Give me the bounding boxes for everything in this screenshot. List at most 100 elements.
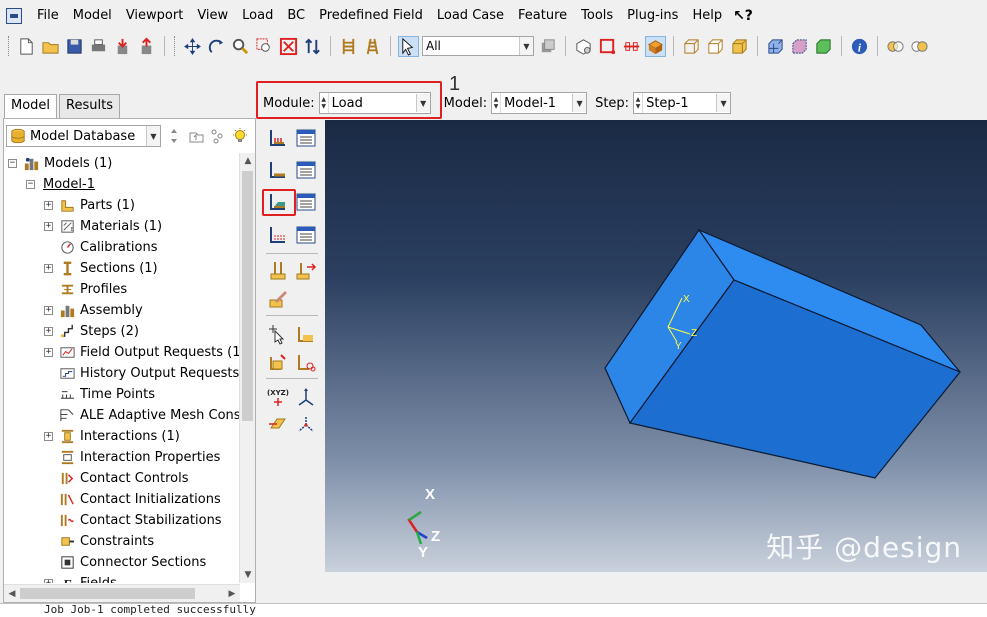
select-region-icon[interactable] (597, 36, 618, 57)
tab-model[interactable]: Model (4, 94, 58, 119)
menu-model[interactable]: Model (66, 0, 119, 32)
toolbar-grip[interactable] (8, 36, 11, 56)
tree-row[interactable]: Profiles (44, 279, 127, 300)
tree-row[interactable]: + Assembly (44, 300, 143, 321)
menu-load-case[interactable]: Load Case (430, 0, 511, 32)
window-menu-icon[interactable] (6, 8, 22, 24)
lightbulb-icon[interactable] (231, 127, 249, 145)
shaded-icon[interactable] (729, 36, 750, 57)
menu-bc[interactable]: BC (280, 0, 312, 32)
expand-icon[interactable]: + (44, 222, 53, 231)
select-cursor-icon[interactable] (398, 35, 419, 57)
tree-row[interactable]: Contact Controls (44, 468, 188, 489)
remove-selected-icon[interactable] (362, 36, 383, 57)
sort-icon[interactable] (165, 127, 183, 145)
hidden-lines-icon[interactable] (705, 36, 726, 57)
create-set-icon[interactable] (266, 322, 290, 346)
step-spinner-icon[interactable]: ▲ ▼ (634, 93, 644, 113)
bc-manager-2-icon[interactable] (294, 190, 318, 214)
expand-icon[interactable]: + (44, 579, 53, 583)
scroll-up-icon[interactable]: ▲ (240, 153, 256, 169)
scroll-left-icon[interactable]: ◀ (4, 585, 20, 603)
create-predefined-field-icon[interactable] (266, 223, 290, 247)
datum-plane-icon[interactable] (266, 413, 290, 437)
step-dropdown[interactable]: ▲ ▼ Step-1 ▼ (633, 92, 732, 114)
filter-tree-icon[interactable] (209, 127, 227, 145)
query-part-icon[interactable] (645, 35, 666, 57)
tree-row[interactable]: + Field Output Requests (1) (44, 342, 240, 363)
tree-row[interactable]: Time Points (44, 384, 155, 405)
tree-row[interactable]: Connector Sections (44, 552, 206, 573)
chevron-down-icon[interactable]: ▼ (519, 37, 533, 55)
node-selection-icon[interactable] (621, 36, 642, 57)
tree-row[interactable]: ALE Adaptive Mesh Constra (44, 405, 240, 426)
menu-tools[interactable]: Tools (574, 0, 620, 32)
export-icon[interactable] (136, 36, 157, 57)
edit-attributes-icon[interactable] (266, 287, 290, 311)
mesh-green-icon[interactable] (813, 36, 834, 57)
chevron-down-icon[interactable]: ▼ (146, 126, 160, 146)
expand-icon[interactable]: + (44, 327, 53, 336)
scroll-thumb[interactable] (242, 171, 253, 421)
render-model-icon[interactable] (573, 36, 594, 57)
create-datum-csys-icon[interactable]: (XYZ) (266, 385, 290, 409)
datum-point-icon[interactable] (294, 413, 318, 437)
tree-row[interactable]: + Interactions (1) (44, 426, 180, 447)
create-load-icon[interactable] (266, 126, 290, 150)
chevron-down-icon[interactable]: ▼ (572, 94, 587, 112)
wireframe-icon[interactable] (681, 36, 702, 57)
tree-row[interactable]: + Steps (2) (44, 321, 139, 342)
field-manager-icon[interactable] (294, 223, 318, 247)
model-dropdown[interactable]: ▲ ▼ Model-1 ▼ (491, 92, 588, 114)
tree-row[interactable]: + Parts (1) (44, 195, 135, 216)
open-folder-icon[interactable] (40, 36, 61, 57)
replace-selected-icon[interactable] (338, 36, 359, 57)
menu-feature[interactable]: Feature (511, 0, 574, 32)
model-spinner-icon[interactable]: ▲ ▼ (492, 93, 502, 113)
tree-row-model-1[interactable]: − Model-1 (26, 174, 95, 195)
tree-row[interactable]: Constraints (44, 531, 154, 552)
part-render[interactable]: X Z Y (325, 120, 987, 572)
menu-plugins[interactable]: Plug-ins (620, 0, 685, 32)
load-case-manager-icon[interactable] (294, 259, 318, 283)
go-up-icon[interactable] (187, 127, 205, 145)
magnify-icon[interactable] (230, 36, 251, 57)
expand-icon[interactable]: + (44, 432, 53, 441)
tree-vertical-scrollbar[interactable]: ▲ ▼ (239, 153, 255, 583)
tree-row[interactable]: Contact Initializations (44, 489, 221, 510)
print-icon[interactable] (88, 36, 109, 57)
expand-icon[interactable]: + (44, 201, 53, 210)
model-database-dropdown[interactable]: Model Database ▼ (6, 125, 161, 147)
tree-row[interactable]: History Output Requests (44, 363, 239, 384)
create-set-2-icon[interactable] (266, 350, 290, 374)
menu-load[interactable]: Load (235, 0, 280, 32)
context-help-icon[interactable]: ↖? (733, 8, 753, 24)
boolean-icon[interactable] (885, 36, 906, 57)
datum-axis-icon[interactable] (294, 385, 318, 409)
create-surface-icon[interactable] (294, 322, 318, 346)
create-bc-disp-icon[interactable] (266, 158, 290, 182)
info-icon[interactable]: i (849, 36, 870, 57)
scroll-thumb[interactable] (20, 588, 195, 599)
tree-row[interactable]: + E Materials (1) (44, 216, 162, 237)
menu-viewport[interactable]: Viewport (119, 0, 191, 32)
set-manager-icon[interactable] (294, 350, 318, 374)
expand-icon[interactable]: + (44, 348, 53, 357)
scroll-right-icon[interactable]: ▶ (224, 585, 240, 603)
bc-manager-icon[interactable] (294, 158, 318, 182)
mesh-icon[interactable] (765, 36, 786, 57)
collapse-icon[interactable]: − (26, 180, 35, 189)
tree-row[interactable]: Calibrations (44, 237, 158, 258)
mesh-red-icon[interactable] (789, 36, 810, 57)
tree-row[interactable]: + F Fields (44, 573, 117, 583)
selection-filter-dropdown[interactable]: All ▼ (422, 36, 534, 56)
new-file-icon[interactable] (16, 36, 37, 57)
auto-fit-icon[interactable] (278, 36, 299, 57)
tree-horizontal-scrollbar[interactable]: ◀ ▶ (4, 584, 240, 602)
expand-icon[interactable]: + (44, 306, 53, 315)
tree-row[interactable]: + Sections (1) (44, 258, 158, 279)
scroll-down-icon[interactable]: ▼ (240, 567, 256, 583)
save-icon[interactable] (64, 36, 85, 57)
viewport-canvas[interactable]: X Z Y X Z Y 知乎 @design (325, 120, 987, 572)
menu-help[interactable]: Help (685, 0, 729, 32)
